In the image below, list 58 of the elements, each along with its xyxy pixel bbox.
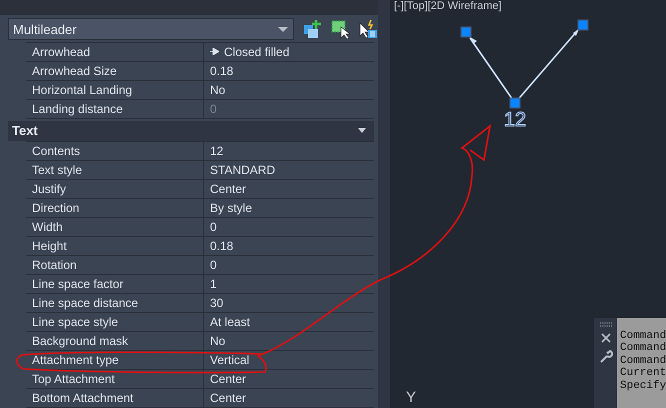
select-objects-button[interactable] (330, 19, 350, 40)
quick-select-icon (358, 19, 378, 40)
property-value[interactable]: 0.18 (203, 62, 374, 80)
property-label: Background mask (31, 333, 130, 350)
property-label: Rotation (31, 257, 78, 274)
property-value[interactable]: STANDARD (203, 161, 374, 179)
property-label: Text style (31, 162, 84, 179)
close-button[interactable] (600, 333, 610, 343)
property-label: Line space factor (31, 276, 124, 293)
property-label: Attachment type (31, 352, 120, 369)
property-value[interactable]: Closed filled (203, 42, 374, 61)
command-line: Command (620, 330, 666, 342)
arrowhead-icon (210, 48, 219, 56)
customize-button[interactable] (598, 349, 612, 363)
property-value[interactable]: By style (203, 199, 374, 217)
property-label: Horizontal Landing (31, 82, 134, 99)
add-selection-button[interactable] (302, 19, 322, 40)
property-label: Height (31, 238, 68, 255)
property-value[interactable]: Center (203, 370, 374, 388)
property-value[interactable]: Center (203, 389, 374, 407)
property-label: Bottom Attachment (31, 390, 134, 407)
property-value[interactable]: No (203, 80, 374, 99)
command-line: Specify (620, 380, 666, 392)
property-value[interactable]: 0 (203, 218, 374, 236)
command-line: Current (620, 367, 666, 380)
axis-label: Y (406, 390, 416, 406)
property-value[interactable]: 1 (203, 275, 374, 293)
object-type-dropdown[interactable]: Multileader (8, 18, 294, 40)
close-icon (600, 333, 610, 343)
property-label: Arrowhead (31, 44, 92, 61)
property-label: Landing distance (31, 100, 124, 118)
section-header[interactable]: Text (8, 120, 374, 141)
command-line: Command (620, 354, 666, 368)
property-value[interactable]: Vertical (203, 351, 374, 369)
property-value[interactable]: Center (203, 180, 374, 198)
property-label: Line space style (31, 314, 120, 331)
select-objects-icon (330, 19, 350, 40)
view-label[interactable]: [-][Top][2D Wireframe] (394, 0, 502, 12)
property-label: Line space distance (31, 295, 140, 312)
grip-handle-icon[interactable] (600, 322, 612, 327)
quick-select-button[interactable] (358, 19, 378, 40)
caret-icon (278, 26, 288, 32)
property-value[interactable]: No (203, 332, 374, 350)
property-label: Justify (31, 181, 68, 198)
property-value[interactable]: At least (203, 313, 374, 331)
command-line: Command (620, 342, 666, 355)
property-value[interactable]: 0.18 (203, 237, 374, 255)
property-label: Direction (31, 200, 80, 217)
wrench-icon (598, 349, 612, 363)
property-value[interactable]: 0 (203, 256, 374, 274)
property-label: Top Attachment (31, 371, 116, 388)
property-label: Contents (31, 143, 82, 160)
property-value[interactable]: 30 (203, 294, 374, 312)
multileader-text: 12 (504, 109, 526, 131)
add-selection-icon (302, 19, 322, 40)
property-label: Width (31, 219, 64, 236)
property-value[interactable]: 12 (203, 142, 374, 160)
property-label: Arrowhead Size (31, 62, 118, 80)
